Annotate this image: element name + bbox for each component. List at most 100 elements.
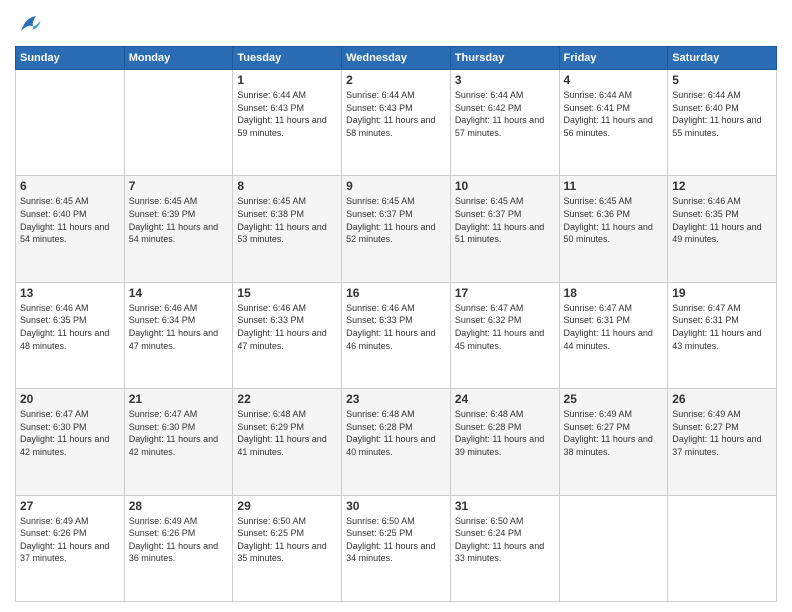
day-info: Sunrise: 6:46 AMSunset: 6:33 PMDaylight:… — [346, 302, 446, 352]
day-info: Sunrise: 6:49 AMSunset: 6:27 PMDaylight:… — [672, 408, 772, 458]
day-cell: 26 Sunrise: 6:49 AMSunset: 6:27 PMDayligh… — [668, 389, 777, 495]
week-row-2: 6 Sunrise: 6:45 AMSunset: 6:40 PMDaylight… — [16, 176, 777, 282]
day-cell: 2 Sunrise: 6:44 AMSunset: 6:43 PMDaylight… — [342, 70, 451, 176]
day-number: 6 — [20, 179, 120, 193]
day-number: 20 — [20, 392, 120, 406]
day-info: Sunrise: 6:44 AMSunset: 6:43 PMDaylight:… — [237, 89, 337, 139]
day-info: Sunrise: 6:50 AMSunset: 6:25 PMDaylight:… — [346, 515, 446, 565]
day-info: Sunrise: 6:48 AMSunset: 6:29 PMDaylight:… — [237, 408, 337, 458]
day-info: Sunrise: 6:50 AMSunset: 6:24 PMDaylight:… — [455, 515, 555, 565]
day-info: Sunrise: 6:48 AMSunset: 6:28 PMDaylight:… — [346, 408, 446, 458]
day-cell: 31 Sunrise: 6:50 AMSunset: 6:24 PMDayligh… — [450, 495, 559, 601]
weekday-header-friday: Friday — [559, 47, 668, 70]
day-number: 25 — [564, 392, 664, 406]
day-number: 16 — [346, 286, 446, 300]
day-number: 7 — [129, 179, 229, 193]
day-cell: 22 Sunrise: 6:48 AMSunset: 6:29 PMDayligh… — [233, 389, 342, 495]
day-number: 24 — [455, 392, 555, 406]
day-cell: 27 Sunrise: 6:49 AMSunset: 6:26 PMDayligh… — [16, 495, 125, 601]
day-cell: 21Sunrise: 6:47 AMSunset: 6:30 PMDayligh… — [124, 389, 233, 495]
day-cell: 29Sunrise: 6:50 AMSunset: 6:25 PMDayligh… — [233, 495, 342, 601]
day-cell — [124, 70, 233, 176]
week-row-4: 20 Sunrise: 6:47 AMSunset: 6:30 PMDayligh… — [16, 389, 777, 495]
day-cell — [668, 495, 777, 601]
day-number: 3 — [455, 73, 555, 87]
day-info: Sunrise: 6:49 AMSunset: 6:26 PMDaylight:… — [20, 515, 120, 565]
header — [15, 10, 777, 40]
day-info: Sunrise: 6:46 AMSunset: 6:33 PMDaylight:… — [237, 302, 337, 352]
day-info: Sunrise: 6:45 AMSunset: 6:37 PMDaylight:… — [346, 195, 446, 245]
day-number: 13 — [20, 286, 120, 300]
day-info: Sunrise: 6:47 AMSunset: 6:30 PMDaylight:… — [20, 408, 120, 458]
day-cell: 12Sunrise: 6:46 AMSunset: 6:35 PMDayligh… — [668, 176, 777, 282]
day-info: Sunrise: 6:47 AMSunset: 6:32 PMDaylight:… — [455, 302, 555, 352]
day-number: 4 — [564, 73, 664, 87]
day-number: 10 — [455, 179, 555, 193]
week-row-5: 27 Sunrise: 6:49 AMSunset: 6:26 PMDayligh… — [16, 495, 777, 601]
day-number: 2 — [346, 73, 446, 87]
day-number: 28 — [129, 499, 229, 513]
day-cell: 15 Sunrise: 6:46 AMSunset: 6:33 PMDayligh… — [233, 282, 342, 388]
day-info: Sunrise: 6:45 AMSunset: 6:40 PMDaylight:… — [20, 195, 120, 245]
day-info: Sunrise: 6:44 AMSunset: 6:41 PMDaylight:… — [564, 89, 664, 139]
week-row-1: 1 Sunrise: 6:44 AMSunset: 6:43 PMDaylight… — [16, 70, 777, 176]
day-info: Sunrise: 6:44 AMSunset: 6:43 PMDaylight:… — [346, 89, 446, 139]
day-info: Sunrise: 6:47 AMSunset: 6:31 PMDaylight:… — [564, 302, 664, 352]
day-cell: 28 Sunrise: 6:49 AMSunset: 6:26 PMDayligh… — [124, 495, 233, 601]
weekday-header-sunday: Sunday — [16, 47, 125, 70]
day-cell: 17 Sunrise: 6:47 AMSunset: 6:32 PMDayligh… — [450, 282, 559, 388]
day-cell: 11Sunrise: 6:45 AMSunset: 6:36 PMDayligh… — [559, 176, 668, 282]
day-number: 27 — [20, 499, 120, 513]
day-number: 29 — [237, 499, 337, 513]
day-info: Sunrise: 6:46 AMSunset: 6:35 PMDaylight:… — [20, 302, 120, 352]
day-info: Sunrise: 6:45 AMSunset: 6:38 PMDaylight:… — [237, 195, 337, 245]
logo — [15, 10, 47, 40]
day-info: Sunrise: 6:46 AMSunset: 6:35 PMDaylight:… — [672, 195, 772, 245]
day-number: 9 — [346, 179, 446, 193]
day-cell: 18 Sunrise: 6:47 AMSunset: 6:31 PMDayligh… — [559, 282, 668, 388]
day-number: 30 — [346, 499, 446, 513]
day-info: Sunrise: 6:45 AMSunset: 6:37 PMDaylight:… — [455, 195, 555, 245]
day-cell: 10 Sunrise: 6:45 AMSunset: 6:37 PMDayligh… — [450, 176, 559, 282]
weekday-header-wednesday: Wednesday — [342, 47, 451, 70]
day-cell: 25 Sunrise: 6:49 AMSunset: 6:27 PMDayligh… — [559, 389, 668, 495]
day-cell: 30 Sunrise: 6:50 AMSunset: 6:25 PMDayligh… — [342, 495, 451, 601]
day-number: 26 — [672, 392, 772, 406]
logo-icon — [15, 10, 45, 40]
day-info: Sunrise: 6:45 AMSunset: 6:36 PMDaylight:… — [564, 195, 664, 245]
day-info: Sunrise: 6:47 AMSunset: 6:31 PMDaylight:… — [672, 302, 772, 352]
day-cell: 14Sunrise: 6:46 AMSunset: 6:34 PMDayligh… — [124, 282, 233, 388]
day-cell: 19 Sunrise: 6:47 AMSunset: 6:31 PMDayligh… — [668, 282, 777, 388]
day-number: 1 — [237, 73, 337, 87]
day-cell: 1 Sunrise: 6:44 AMSunset: 6:43 PMDaylight… — [233, 70, 342, 176]
day-info: Sunrise: 6:44 AMSunset: 6:42 PMDaylight:… — [455, 89, 555, 139]
day-cell: 24Sunrise: 6:48 AMSunset: 6:28 PMDayligh… — [450, 389, 559, 495]
day-info: Sunrise: 6:49 AMSunset: 6:26 PMDaylight:… — [129, 515, 229, 565]
day-number: 8 — [237, 179, 337, 193]
day-cell — [559, 495, 668, 601]
day-number: 18 — [564, 286, 664, 300]
calendar-table: SundayMondayTuesdayWednesdayThursdayFrid… — [15, 46, 777, 602]
day-number: 14 — [129, 286, 229, 300]
day-cell: 7 Sunrise: 6:45 AMSunset: 6:39 PMDaylight… — [124, 176, 233, 282]
day-number: 19 — [672, 286, 772, 300]
day-number: 31 — [455, 499, 555, 513]
day-cell: 20 Sunrise: 6:47 AMSunset: 6:30 PMDayligh… — [16, 389, 125, 495]
day-number: 17 — [455, 286, 555, 300]
day-info: Sunrise: 6:45 AMSunset: 6:39 PMDaylight:… — [129, 195, 229, 245]
weekday-header-monday: Monday — [124, 47, 233, 70]
day-cell: 6 Sunrise: 6:45 AMSunset: 6:40 PMDaylight… — [16, 176, 125, 282]
day-number: 15 — [237, 286, 337, 300]
day-number: 22 — [237, 392, 337, 406]
day-info: Sunrise: 6:49 AMSunset: 6:27 PMDaylight:… — [564, 408, 664, 458]
day-cell: 16 Sunrise: 6:46 AMSunset: 6:33 PMDayligh… — [342, 282, 451, 388]
day-cell: 3 Sunrise: 6:44 AMSunset: 6:42 PMDaylight… — [450, 70, 559, 176]
day-cell: 5Sunrise: 6:44 AMSunset: 6:40 PMDaylight… — [668, 70, 777, 176]
week-row-3: 13 Sunrise: 6:46 AMSunset: 6:35 PMDayligh… — [16, 282, 777, 388]
day-cell: 8 Sunrise: 6:45 AMSunset: 6:38 PMDaylight… — [233, 176, 342, 282]
weekday-header-tuesday: Tuesday — [233, 47, 342, 70]
day-info: Sunrise: 6:44 AMSunset: 6:40 PMDaylight:… — [672, 89, 772, 139]
weekday-header-saturday: Saturday — [668, 47, 777, 70]
day-cell: 4 Sunrise: 6:44 AMSunset: 6:41 PMDaylight… — [559, 70, 668, 176]
weekday-header-thursday: Thursday — [450, 47, 559, 70]
